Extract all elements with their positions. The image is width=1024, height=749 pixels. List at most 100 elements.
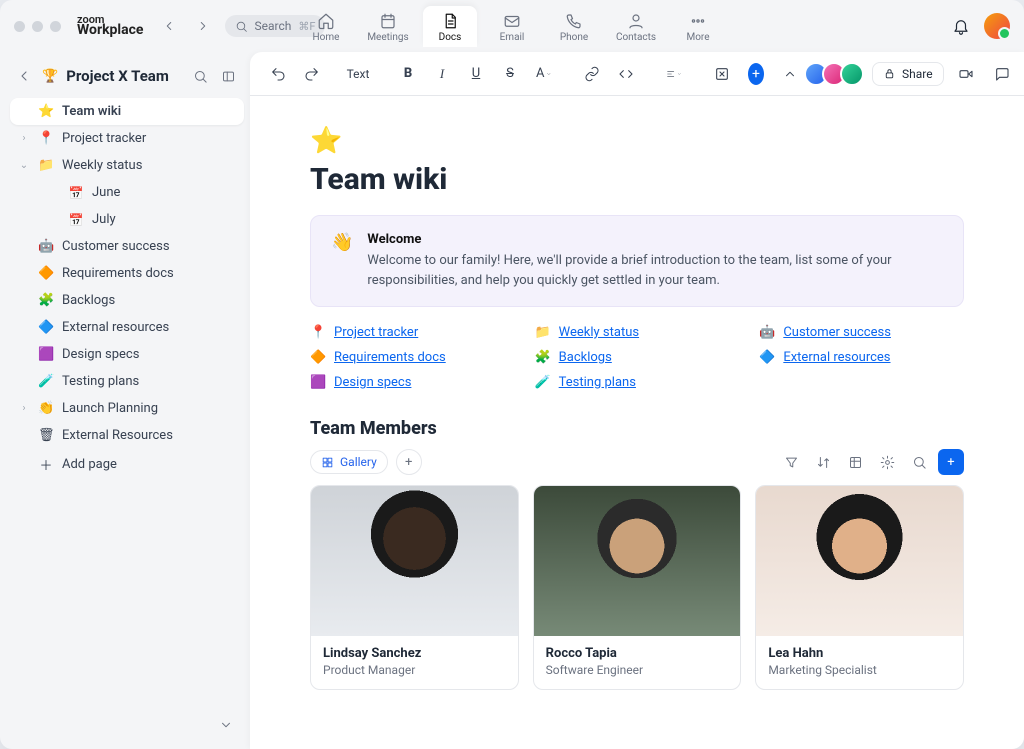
sidebar-item-label: External resources — [62, 320, 169, 335]
minimize-dot[interactable] — [32, 21, 43, 32]
member-role: Marketing Specialist — [768, 663, 951, 677]
sidebar-item-team-wiki[interactable]: ⭐Team wiki — [10, 98, 244, 125]
sidebar-item-external-resources[interactable]: 🔷External resources — [10, 314, 244, 341]
user-avatar[interactable] — [984, 13, 1010, 39]
presence-avatar[interactable] — [840, 62, 864, 86]
italic-button[interactable]: I — [428, 60, 456, 88]
text-color-button[interactable]: A — [530, 60, 558, 88]
sidebar-item-label: Add page — [62, 457, 117, 472]
tab-more[interactable]: More — [671, 6, 725, 47]
sidebar-item-july[interactable]: 📅July — [10, 206, 244, 233]
grid-icon — [321, 456, 334, 469]
group-button[interactable] — [842, 449, 868, 475]
share-button[interactable]: Share — [872, 62, 944, 86]
window-controls[interactable] — [14, 21, 61, 32]
tab-email[interactable]: Email — [485, 6, 539, 47]
video-button[interactable] — [952, 60, 980, 88]
close-dot[interactable] — [14, 21, 25, 32]
quick-link-label[interactable]: Project tracker — [334, 325, 418, 340]
sidebar-item-backlogs[interactable]: 🧩Backlogs — [10, 287, 244, 314]
strike-button[interactable]: S — [496, 60, 524, 88]
member-card[interactable]: Lindsay SanchezProduct Manager — [310, 485, 519, 690]
maximize-dot[interactable] — [50, 21, 61, 32]
quick-link-label[interactable]: Design specs — [334, 375, 411, 390]
sidebar-item-add-page[interactable]: ＋Add page — [10, 449, 244, 480]
nav-forward[interactable] — [191, 14, 215, 38]
welcome-callout: 👋 Welcome Welcome to our family! Here, w… — [310, 215, 964, 307]
bold-button[interactable]: B — [394, 60, 422, 88]
tab-home[interactable]: Home — [299, 6, 353, 47]
collapse-toolbar[interactable] — [776, 60, 804, 88]
quick-link[interactable]: 🧩 Backlogs — [535, 350, 740, 365]
quick-link-label[interactable]: Customer success — [783, 325, 891, 340]
member-name: Lea Hahn — [768, 646, 951, 661]
quick-link[interactable]: 🔷External resources — [759, 350, 964, 365]
filter-button[interactable] — [778, 449, 804, 475]
sidebar-item-testing-plans[interactable]: 🧪Testing plans — [10, 368, 244, 395]
text-style-select[interactable]: Text — [346, 60, 374, 88]
sidebar-item-weekly-status[interactable]: ⌄📁Weekly status — [10, 152, 244, 179]
member-name: Rocco Tapia — [546, 646, 729, 661]
caret-icon: › — [18, 133, 30, 144]
add-view-button[interactable]: + — [396, 449, 422, 475]
add-member-button[interactable]: + — [938, 449, 964, 475]
item-icon: 📁 — [38, 158, 54, 173]
sidebar-search[interactable] — [190, 66, 210, 86]
doc-panel: Text B I U S A + — [250, 52, 1024, 749]
member-card[interactable]: Rocco TapiaSoftware Engineer — [533, 485, 742, 690]
sort-button[interactable] — [810, 449, 836, 475]
comment-button[interactable] — [988, 60, 1016, 88]
quick-link-label[interactable]: Weekly status — [559, 325, 639, 340]
underline-button[interactable]: U — [462, 60, 490, 88]
page-title[interactable]: Team wiki — [310, 162, 964, 197]
doc-icon — [441, 12, 459, 30]
sidebar-item-launch-planning[interactable]: ›👏Launch Planning — [10, 395, 244, 422]
sidebar-item-june[interactable]: 📅June — [10, 179, 244, 206]
tab-meetings[interactable]: Meetings — [361, 6, 415, 47]
embed-button[interactable] — [708, 60, 736, 88]
quick-link[interactable]: 🔶Requirements docs — [310, 350, 515, 365]
tab-phone[interactable]: Phone — [547, 6, 601, 47]
quick-link-label[interactable]: External resources — [783, 350, 890, 365]
sidebar-item-customer-success[interactable]: 🤖Customer success — [10, 233, 244, 260]
bell-icon[interactable] — [952, 17, 970, 35]
tab-contacts[interactable]: Contacts — [609, 6, 663, 47]
sidebar-item-external-resources[interactable]: 🗑External Resources — [10, 422, 244, 449]
member-card[interactable]: Lea Hahn Marketing Specialist — [755, 485, 964, 690]
quick-link-label[interactable]: Requirements docs — [334, 350, 446, 365]
nav-back[interactable] — [157, 14, 181, 38]
page-emoji[interactable]: ⭐ — [310, 126, 964, 156]
undo-button[interactable] — [264, 60, 292, 88]
sidebar-item-label: Requirements docs — [62, 266, 174, 281]
quick-link[interactable]: 🧪Testing plans — [535, 375, 740, 390]
tab-docs[interactable]: Docs — [423, 6, 477, 47]
insert-button[interactable]: + — [742, 60, 770, 88]
sidebar-item-requirements-docs[interactable]: 🔶 Requirements docs — [10, 260, 244, 287]
sidebar-item-project-tracker[interactable]: ›📍Project tracker — [10, 125, 244, 152]
quick-link-label[interactable]: Testing plans — [559, 375, 636, 390]
sidebar-item-label: Project tracker — [62, 131, 146, 146]
quick-link[interactable]: 🟪Design specs — [310, 375, 515, 390]
link-button[interactable] — [578, 60, 606, 88]
sidebar-item-design-specs[interactable]: 🟪Design specs — [10, 341, 244, 368]
quick-link[interactable]: 📍Project tracker — [310, 325, 515, 340]
quick-link[interactable]: 🤖Customer success — [759, 325, 964, 340]
sidebar-item-label: Team wiki — [62, 104, 121, 119]
sidebar-panel-toggle[interactable] — [218, 66, 238, 86]
code-button[interactable] — [612, 60, 640, 88]
align-button[interactable] — [660, 60, 688, 88]
settings-button[interactable] — [874, 449, 900, 475]
quick-link[interactable]: 📁Weekly status — [535, 325, 740, 340]
link-icon: 🧩 — [535, 350, 551, 365]
presence-avatars[interactable] — [810, 62, 864, 86]
calendar-icon — [379, 12, 397, 30]
item-icon: 🔶 — [38, 266, 54, 281]
redo-button[interactable] — [298, 60, 326, 88]
sidebar-collapse[interactable] — [216, 715, 236, 735]
view-gallery[interactable]: Gallery — [310, 450, 388, 474]
search-members-button[interactable] — [906, 449, 932, 475]
quick-link-label[interactable]: Backlogs — [559, 350, 612, 365]
item-icon: 🧩 — [38, 293, 54, 308]
doc-content[interactable]: ⭐ Team wiki 👋 Welcome Welcome to our fam… — [250, 96, 1024, 749]
sidebar-back[interactable] — [14, 66, 34, 86]
